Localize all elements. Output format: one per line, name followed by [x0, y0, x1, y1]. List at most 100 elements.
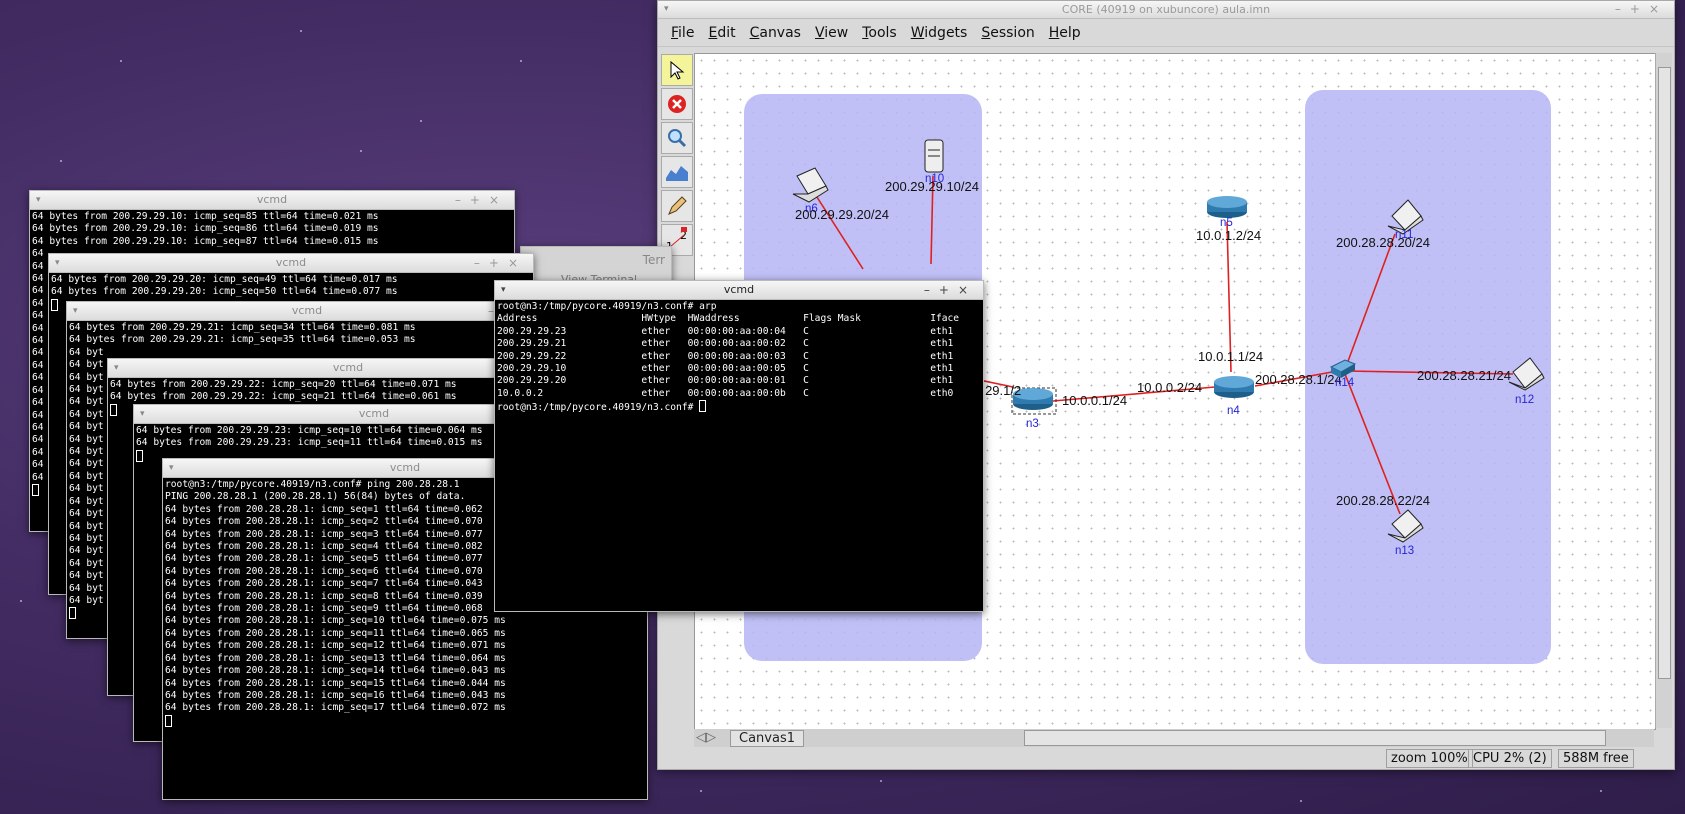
menu-canvas[interactable]: Canvas — [750, 25, 801, 41]
vertical-scrollbar[interactable] — [1655, 53, 1672, 728]
terminal-line: 64 byt — [69, 458, 104, 470]
terminal-line: 64 byt — [69, 371, 104, 383]
menu-edit[interactable]: Edit — [708, 25, 735, 41]
terminal-line: 64 byt — [69, 495, 104, 507]
zoom-icon[interactable] — [661, 122, 693, 154]
terminal-title: vcmd — [332, 361, 364, 374]
terminal-title: vcmd — [358, 407, 390, 420]
n12-ip: 200.28.28.21/24 — [1417, 368, 1511, 383]
terminal-line: 64 byt — [69, 408, 104, 420]
terminal-cursor — [165, 714, 172, 727]
n4-right-ip: 200.28.28.1/24 — [1255, 372, 1342, 387]
n10-server-icon[interactable] — [924, 139, 944, 173]
terminal-line: 64 bytes from 200.28.28.1: icmp_seq=2 tt… — [165, 516, 483, 528]
terminal-line: 64 bytes from 200.28.28.1: icmp_seq=15 t… — [165, 677, 506, 689]
status-bar: zoom 100% CPU 2% (2) 588M free — [658, 748, 1672, 768]
core-titlebar[interactable]: ▾ CORE (40919 on xubuncore) aula.imn –+× — [658, 1, 1674, 19]
terminal-line: root@n3:/tmp/pycore.40919/n3.conf# — [497, 402, 700, 414]
menu-widgets[interactable]: Widgets — [911, 25, 968, 41]
menu-bar: File Edit Canvas View Tools Widgets Sess… — [658, 19, 1674, 47]
select-tool-icon[interactable] — [661, 54, 693, 86]
menu-tools[interactable]: Tools — [862, 25, 897, 41]
terminal-line: Address HWtype HWaddress Flags Mask Ifac… — [497, 313, 960, 325]
n5-ip: 10.0.1.2/24 — [1196, 228, 1261, 243]
n3-label: n3 — [1026, 418, 1039, 430]
terminal-line: 64 byt — [69, 446, 104, 458]
terminal-title: vcmd — [275, 256, 307, 269]
terminal-cursor — [699, 400, 707, 413]
throughput-icon[interactable] — [661, 156, 693, 188]
terminal-cursor — [51, 298, 58, 311]
terminal-line: 64 byt — [69, 359, 104, 371]
terminal-line: 64 byt — [69, 483, 104, 495]
n5-router-icon[interactable] — [1207, 196, 1247, 218]
n6-ip: 200.29.29.20/24 — [795, 207, 889, 222]
terminal-line: 64 byt — [69, 570, 104, 582]
menu-session[interactable]: Session — [981, 25, 1034, 41]
terminal-window-arp[interactable]: ▾ vcmd –+× root@n3:/tmp/pycore.40919/n3.co… — [494, 280, 984, 612]
terminal-line: 64 byt — [69, 346, 104, 358]
terminal-title: vcmd — [291, 304, 323, 317]
terminal-line: PING 200.28.28.1 (200.28.28.1) 56(84) by… — [165, 491, 466, 503]
terminal-cursor — [136, 449, 143, 462]
terminal-line: 64 — [32, 260, 44, 272]
terminal-line: 64 bytes from 200.29.29.22: icmp_seq=20 … — [110, 379, 457, 390]
terminal-line: 64 bytes from 200.28.28.1: icmp_seq=9 tt… — [165, 603, 483, 615]
terminal-line: 64 — [32, 297, 44, 309]
terminal-line: 64 bytes from 200.28.28.1: icmp_seq=8 tt… — [165, 590, 483, 602]
window-controls[interactable]: –+× — [1615, 1, 1668, 18]
terminal-line: 64 byt — [69, 384, 104, 396]
tab-scroll-left-icon[interactable]: ◁▷ — [696, 730, 716, 745]
n4-up-ip: 10.0.1.1/24 — [1198, 349, 1263, 364]
terminal-line: 64 bytes from 200.29.29.21: icmp_seq=35 … — [69, 334, 416, 346]
stop-session-icon[interactable] — [661, 88, 693, 120]
terminal-line: 64 bytes from 200.29.29.20: icmp_seq=50 … — [51, 286, 398, 298]
n4-router-icon[interactable] — [1214, 376, 1254, 398]
n13-ip: 200.28.28.22/24 — [1336, 493, 1430, 508]
terminal-line: 64 byt — [69, 421, 104, 433]
annotation-icon[interactable] — [661, 190, 693, 222]
window-menu-icon[interactable]: ▾ — [664, 1, 669, 18]
n12-label: n12 — [1515, 394, 1534, 406]
terminal-line: 200.29.29.23 ether 00:00:00:aa:00:04 C e… — [497, 325, 954, 337]
terminal-line: 64 bytes from 200.28.28.1: icmp_seq=6 tt… — [165, 565, 483, 577]
terminal-line: 64 — [32, 310, 44, 322]
cpu-status: CPU 2% (2) — [1468, 749, 1552, 768]
terminal-cursor — [110, 403, 117, 416]
terminal-line: 64 bytes from 200.29.29.20: icmp_seq=49 … — [51, 274, 398, 285]
terminal-line: 64 bytes from 200.28.28.1: icmp_seq=12 t… — [165, 640, 506, 652]
terminal-title: vcmd — [389, 461, 421, 474]
terminal-line: 64 byt — [69, 545, 104, 557]
tab-canvas1[interactable]: Canvas1 — [730, 730, 804, 747]
terminal-line: 64 bytes from 200.28.28.1: icmp_seq=13 t… — [165, 652, 506, 664]
terminal-line: 64 bytes from 200.29.29.10: icmp_seq=86 … — [32, 223, 379, 235]
terminal-line: 64 bytes from 200.28.28.1: icmp_seq=11 t… — [165, 627, 506, 639]
menu-help[interactable]: Help — [1049, 25, 1081, 41]
terminal-line: 64 — [32, 421, 44, 433]
n3-right-ip: 10.0.0.1/24 — [1062, 393, 1127, 408]
menu-view[interactable]: View — [815, 25, 848, 41]
memory-status: 588M free — [1558, 749, 1634, 768]
terminal-line: 64 bytes from 200.28.28.1: icmp_seq=16 t… — [165, 689, 506, 701]
terminal-line: 64 byt — [69, 520, 104, 532]
menu-file[interactable]: File — [671, 25, 694, 41]
terminal-line: 200.29.29.22 ether 00:00:00:aa:00:03 C e… — [497, 350, 954, 362]
horizontal-scrollbar[interactable] — [1024, 730, 1606, 746]
core-window-title: CORE (40919 on xubuncore) aula.imn — [1061, 3, 1271, 16]
terminal-line: 64 — [32, 273, 44, 285]
zoom-status: zoom 100% — [1386, 749, 1473, 768]
terminal-line: 200.29.29.10 ether 00:00:00:aa:00:05 C e… — [497, 363, 954, 375]
vertical-scroll-thumb[interactable] — [1658, 67, 1671, 679]
terminal-line: 64 bytes from 200.29.29.10: icmp_seq=87 … — [32, 235, 379, 247]
terminal-line: 64 byt — [69, 594, 104, 606]
terminal-line: 64 bytes from 200.29.29.21: icmp_seq=34 … — [69, 322, 416, 333]
terminal-line: 64 — [32, 459, 44, 471]
terminal-line: 64 byt — [69, 470, 104, 482]
terminal-line: 64 byt — [69, 557, 104, 569]
terminal-cursor — [32, 483, 39, 496]
terminal-output-arp[interactable]: root@n3:/tmp/pycore.40919/n3.conf# arp A… — [495, 300, 983, 416]
terminal-title: vcmd — [723, 283, 755, 296]
terminal-line: 64 — [32, 397, 44, 409]
terminal-line: 64 byt — [69, 508, 104, 520]
terminal-line: 64 bytes from 200.28.28.1: icmp_seq=10 t… — [165, 615, 506, 627]
